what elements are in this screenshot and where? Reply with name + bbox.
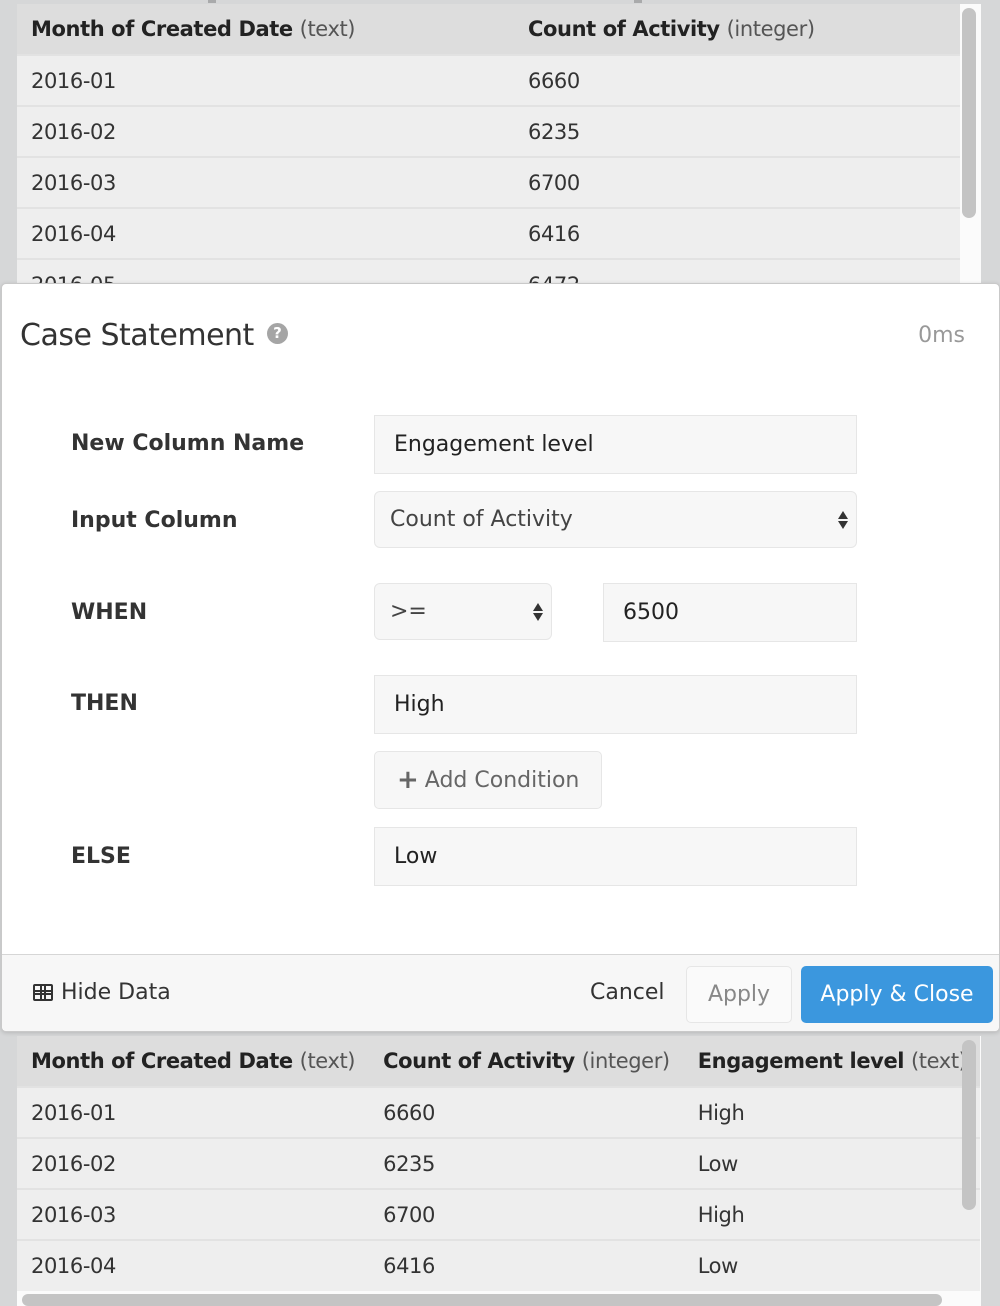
vertical-scrollbar[interactable] [962, 8, 976, 218]
column-header-month[interactable]: Month of Created Date (text) [17, 4, 514, 55]
table-cell: 6235 [528, 119, 580, 144]
source-data-table: Month of Created Date (text) Count of Ac… [17, 4, 960, 286]
case-statement-modal: Case Statement ? 0ms New Column Name Eng… [1, 283, 1000, 1032]
table-cell: 6416 [528, 221, 580, 246]
plus-icon: + [397, 765, 419, 795]
select-arrows-icon [533, 602, 543, 621]
table-row: 2016-05 6472 [17, 259, 960, 286]
table-row: 2016-04 6416 Low [17, 1240, 981, 1291]
else-label: ELSE [71, 844, 131, 869]
column-resize-mark [634, 0, 642, 3]
table-cell: 2016-02 [31, 119, 116, 144]
table-row: 2016-03 6700 High [17, 1189, 981, 1240]
table-icon [33, 984, 53, 1001]
apply-button[interactable]: Apply [686, 966, 792, 1023]
table-row: 2016-02 6235 Low [17, 1138, 981, 1189]
table-cell: 2016-02 [31, 1151, 116, 1176]
preview-data-grid: Month of Created Date (text) Count of Ac… [17, 1036, 981, 1306]
table-cell: 6235 [383, 1151, 435, 1176]
column-header-count[interactable]: Count of Activity (integer) [369, 1036, 684, 1087]
help-icon[interactable]: ? [267, 323, 288, 344]
table-cell: Low [697, 1254, 739, 1278]
new-column-name-input[interactable]: Engagement level [374, 415, 857, 474]
page: Month of Created Date (text) Count of Ac… [0, 0, 1000, 1306]
table-cell: 6472 [528, 273, 580, 286]
table-cell: 6660 [528, 68, 580, 93]
column-header-month[interactable]: Month of Created Date (text) [17, 1036, 369, 1087]
column-header-count[interactable]: Count of Activity (integer) [514, 4, 960, 55]
source-data-grid: Month of Created Date (text) Count of Ac… [17, 4, 981, 286]
timing-label: 0ms [918, 323, 965, 348]
apply-close-button[interactable]: Apply & Close [801, 966, 993, 1023]
table-cell: 2016-03 [31, 170, 116, 195]
when-value-input[interactable]: 6500 [603, 583, 857, 642]
table-cell: 2016-04 [31, 221, 116, 246]
table-cell: 2016-05 [31, 273, 116, 286]
else-value-input[interactable]: Low [374, 827, 857, 886]
table-cell: High [697, 1202, 745, 1227]
table-cell: 2016-01 [31, 68, 116, 93]
table-header-row: Month of Created Date (text) Count of Ac… [17, 1036, 981, 1087]
input-column-select[interactable]: Count of Activity [374, 491, 857, 548]
table-cell: 6700 [528, 170, 580, 195]
preview-data-table: Month of Created Date (text) Count of Ac… [17, 1036, 981, 1291]
when-label: WHEN [71, 600, 148, 625]
table-row: 2016-04 6416 [17, 208, 960, 259]
vertical-scrollbar[interactable] [962, 1040, 976, 1210]
table-row: 2016-02 6235 [17, 106, 960, 157]
hide-data-button[interactable]: Hide Data [33, 980, 171, 1005]
table-row: 2016-01 6660 [17, 55, 960, 106]
table-cell: 2016-04 [31, 1254, 116, 1278]
table-row: 2016-03 6700 [17, 157, 960, 208]
then-value-input[interactable]: High [374, 675, 857, 734]
table-cell: 6700 [383, 1202, 435, 1227]
column-resize-mark [208, 0, 216, 3]
cancel-button[interactable]: Cancel [590, 980, 665, 1005]
table-header-row: Month of Created Date (text) Count of Ac… [17, 4, 960, 55]
table-cell: High [697, 1100, 745, 1125]
modal-title: Case Statement [20, 318, 254, 353]
table-cell: 2016-01 [31, 1100, 116, 1125]
modal-footer: Hide Data Cancel Apply Apply & Close [2, 954, 999, 1031]
table-cell: 6416 [383, 1254, 435, 1278]
input-column-label: Input Column [71, 508, 238, 533]
select-arrows-icon [838, 510, 848, 529]
table-row: 2016-01 6660 High [17, 1087, 981, 1138]
table-cell: 2016-03 [31, 1202, 116, 1227]
add-condition-button[interactable]: + Add Condition [374, 751, 602, 809]
table-cell: Low [697, 1151, 739, 1176]
table-cell: 6660 [383, 1100, 435, 1125]
column-header-engagement[interactable]: Engagement level (text) [684, 1036, 981, 1087]
horizontal-scrollbar[interactable] [22, 1294, 942, 1306]
new-column-name-label: New Column Name [71, 431, 305, 456]
operator-select[interactable]: >= [374, 583, 552, 640]
then-label: THEN [71, 691, 138, 716]
